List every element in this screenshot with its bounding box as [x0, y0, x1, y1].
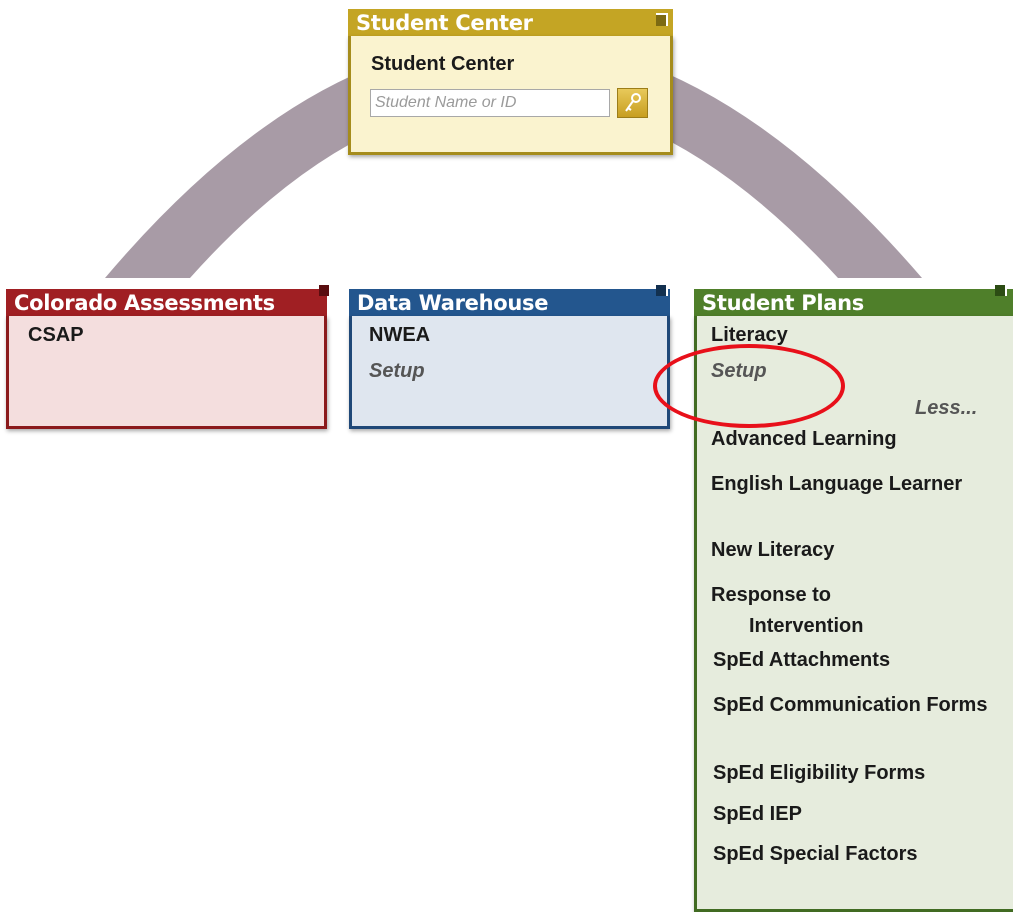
student-plans-body: Literacy Setup Less... Advanced Learning… [694, 316, 1013, 912]
list-item-sped-special-factors[interactable]: SpEd Special Factors [713, 842, 918, 866]
maximize-icon[interactable] [319, 283, 331, 296]
setup-link[interactable]: Setup [711, 359, 767, 383]
student-search-input[interactable] [370, 89, 610, 117]
list-item-new-literacy[interactable]: New Literacy [711, 538, 834, 562]
maximize-icon[interactable] [995, 283, 1007, 296]
student-center-title[interactable]: Student Center [371, 52, 514, 76]
colorado-assessments-panel: Colorado Assessments CSAP [6, 283, 331, 429]
search-button[interactable] [617, 88, 648, 118]
student-plans-header[interactable]: Student Plans [694, 289, 1013, 316]
colorado-assessments-header[interactable]: Colorado Assessments [6, 289, 327, 316]
list-item-sped-eligibility-forms[interactable]: SpEd Eligibility Forms [713, 761, 925, 785]
student-center-panel: Student Center Student Center [348, 9, 673, 155]
data-warehouse-panel: Data Warehouse NWEA Setup [349, 283, 670, 429]
list-item-advanced-learning[interactable]: Advanced Learning [711, 427, 897, 451]
list-item-sped-attachments[interactable]: SpEd Attachments [713, 648, 890, 672]
list-item-literacy[interactable]: Literacy [711, 323, 788, 347]
colorado-assessments-body: CSAP [6, 316, 327, 429]
setup-link[interactable]: Setup [369, 359, 425, 383]
student-center-body: Student Center [348, 36, 673, 155]
list-item-english-language-learner[interactable]: English Language Learner [711, 469, 979, 500]
less-link[interactable]: Less... [915, 396, 977, 420]
data-warehouse-body: NWEA Setup [349, 316, 670, 429]
list-item-response-to-intervention[interactable]: Response to Intervention [711, 580, 949, 642]
key-search-icon [625, 93, 641, 112]
student-plans-panel: Student Plans Literacy Setup Less... Adv… [694, 283, 1013, 912]
list-item-sped-iep[interactable]: SpEd IEP [713, 802, 802, 826]
list-item-sped-communication-forms[interactable]: SpEd Communication Forms [713, 690, 1013, 721]
maximize-icon[interactable] [656, 13, 668, 26]
list-item-csap[interactable]: CSAP [28, 323, 84, 347]
data-warehouse-header[interactable]: Data Warehouse [349, 289, 670, 316]
maximize-icon[interactable] [656, 283, 668, 296]
student-center-header[interactable]: Student Center [348, 9, 673, 36]
list-item-nwea[interactable]: NWEA [369, 323, 430, 347]
